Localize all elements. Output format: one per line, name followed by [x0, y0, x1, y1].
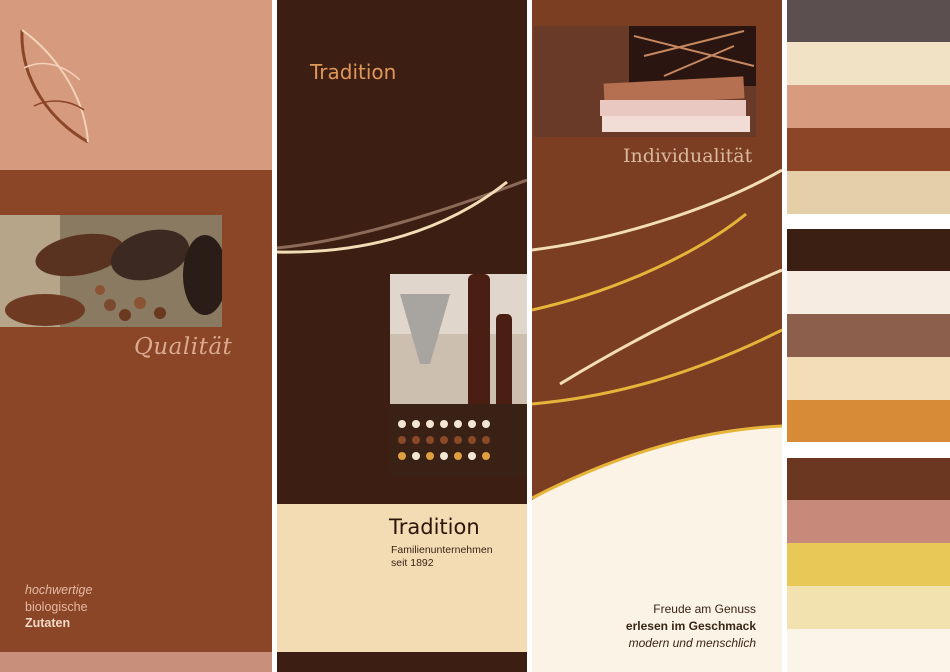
panel-individualitaet: Individualität Freude am Genuss erlesen …	[532, 0, 782, 672]
cocoa-leaf-icon	[20, 29, 89, 144]
panel-bottom-strip	[0, 652, 272, 672]
swatch-group2-5	[787, 400, 950, 442]
color-palette	[787, 0, 950, 672]
swatch-group2-4	[787, 357, 950, 400]
panel-bottom-strip	[277, 652, 527, 672]
swatch-group2-2	[787, 271, 950, 314]
swatch-group3-3	[787, 543, 950, 586]
chocolate-bars-photo	[534, 26, 756, 137]
swatch-group3-1	[787, 458, 950, 500]
swatch-group2-1	[787, 229, 950, 271]
slogan-line-2: erlesen im Geschmack	[625, 619, 756, 633]
swatch-group3-4	[787, 586, 950, 629]
title-tradition: Tradition	[389, 515, 480, 539]
swatch-group3-5	[787, 629, 950, 672]
subtitle-line-1: Familienunternehmen	[391, 544, 493, 556]
slogan-line-3: modern und menschlich	[628, 636, 756, 650]
heading-individualitaet: Individualität	[623, 145, 753, 167]
tagline-line-3: Zutaten	[25, 616, 71, 630]
swatch-group1-1	[787, 0, 950, 42]
panel-qualitaet: Qualität hochwertige biologische Zutaten	[0, 0, 272, 672]
heading-tradition: Tradition	[310, 60, 397, 84]
slogan-line-1: Freude am Genuss	[653, 602, 756, 616]
panel-tradition: Tradition Tradition Familienunternehmen …	[277, 0, 527, 672]
cocoa-beans-photo	[0, 215, 222, 327]
swoosh-decoration	[277, 178, 527, 254]
chocolate-workshop-photo	[390, 274, 527, 476]
subtitle-line-2: seit 1892	[391, 557, 434, 569]
swatch-group2-3	[787, 314, 950, 357]
tagline-line-1: hochwertige	[25, 583, 93, 597]
swatch-group1-3	[787, 85, 950, 128]
panel-top-block	[0, 0, 272, 170]
swatch-group1-5	[787, 171, 950, 214]
swatch-group3-2	[787, 500, 950, 543]
heading-qualitaet: Qualität	[134, 334, 233, 360]
swatch-group1-2	[787, 42, 950, 85]
tagline-line-2: biologische	[25, 600, 88, 614]
swatch-group1-4	[787, 128, 950, 171]
